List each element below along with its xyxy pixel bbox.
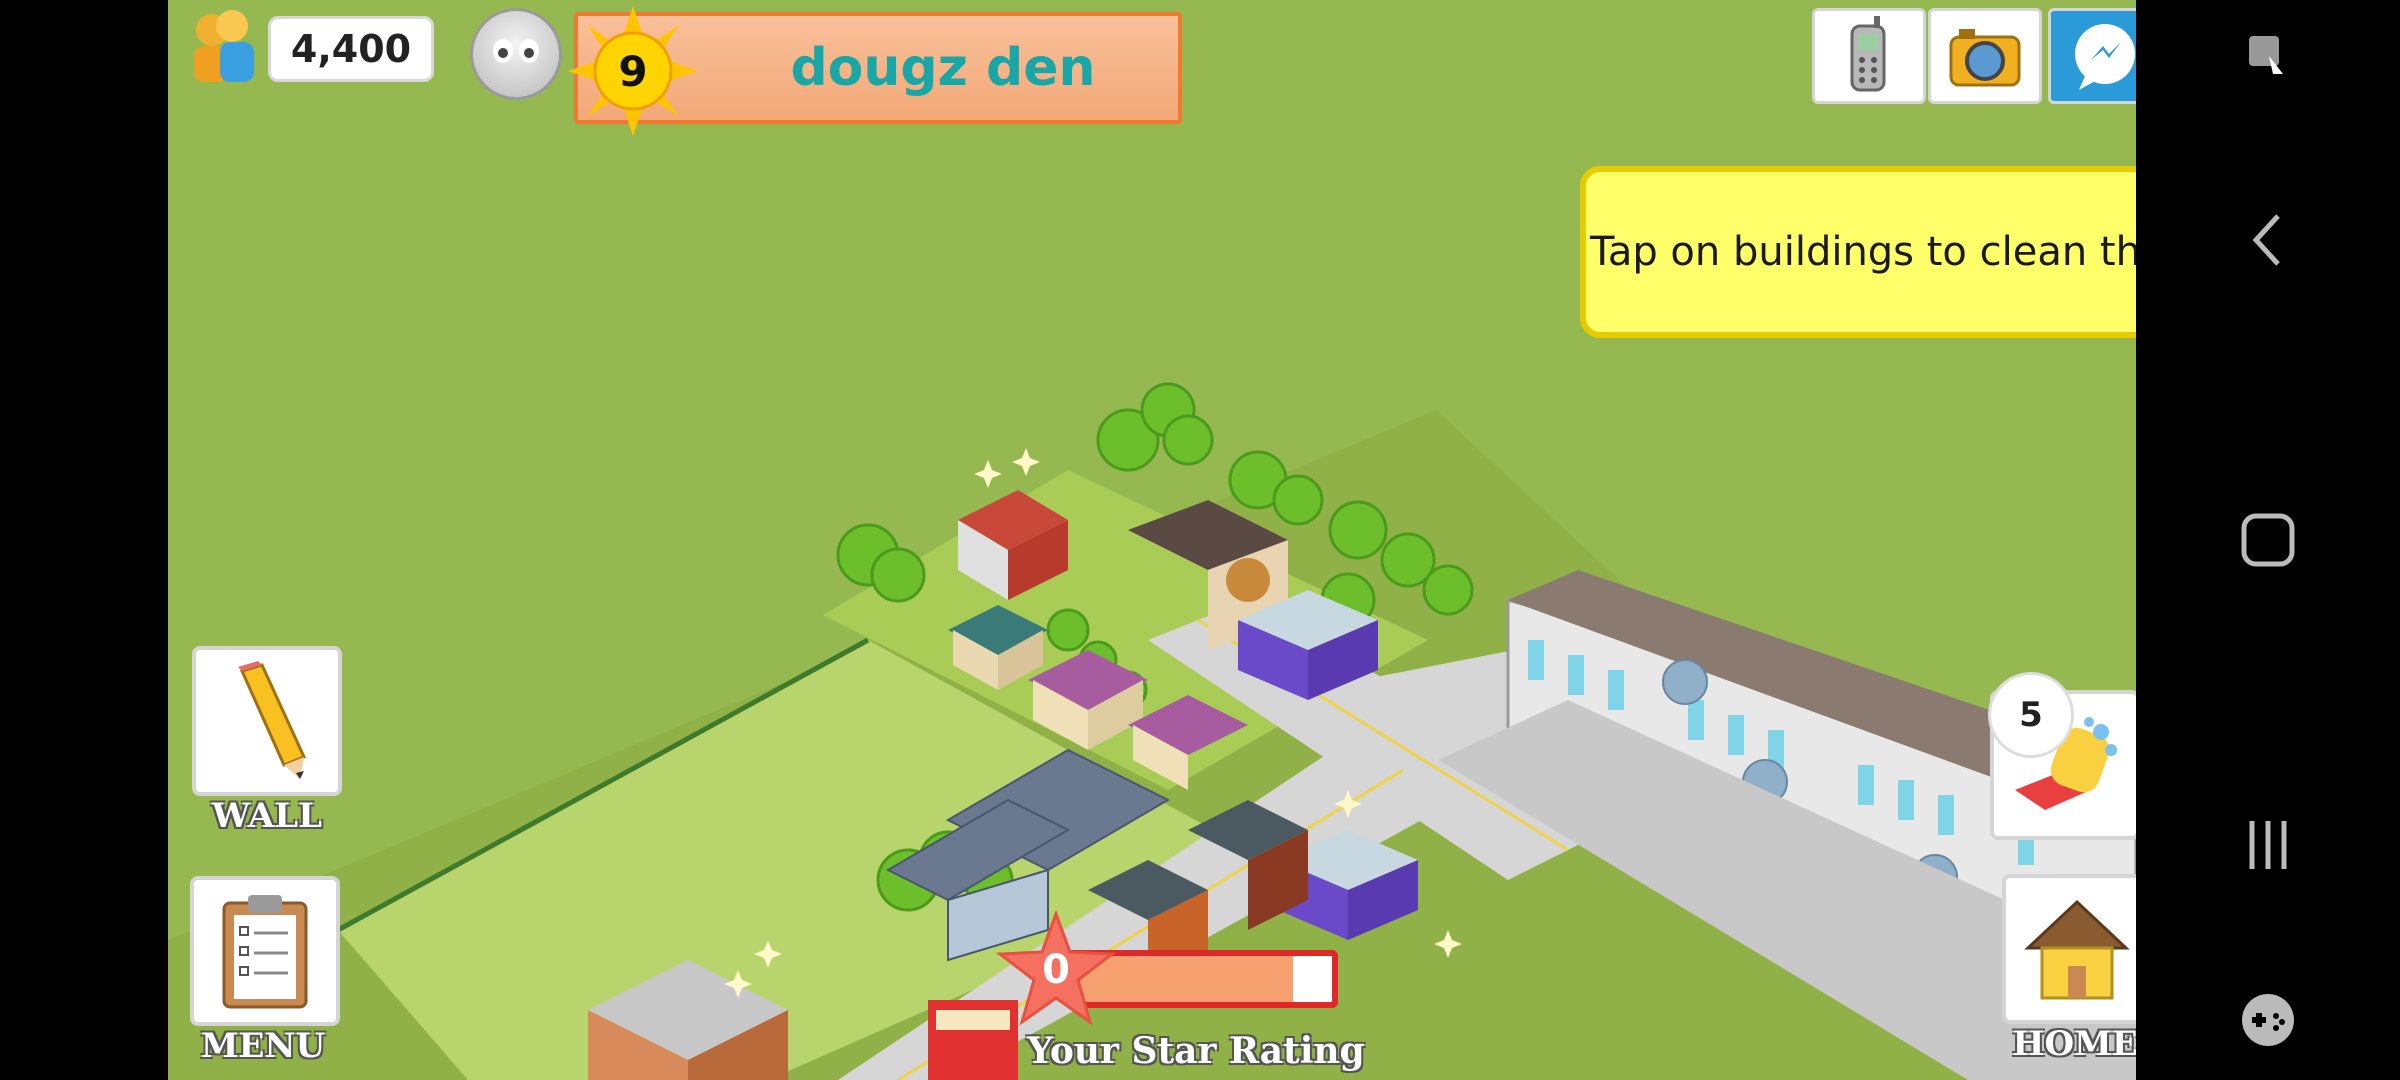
clean-count-badge: 5 bbox=[1988, 672, 2074, 758]
home-button[interactable] bbox=[2002, 874, 2136, 1024]
home-label: HOME bbox=[2012, 1024, 2136, 1064]
home-icon bbox=[2241, 513, 2295, 567]
town-name: dougz den bbox=[790, 38, 1096, 98]
messenger-icon bbox=[2075, 24, 2135, 90]
house-icon bbox=[2024, 899, 2130, 1000]
game-viewport[interactable]: 4,400 9 dougz den Tap on buildings to cl… bbox=[168, 0, 2136, 1080]
star-rating-value: 0 bbox=[1042, 947, 1070, 993]
game-launcher-icon bbox=[2242, 994, 2294, 1046]
population-icon bbox=[182, 6, 266, 90]
back-button[interactable] bbox=[2136, 205, 2400, 275]
messenger-button[interactable] bbox=[2048, 8, 2136, 104]
camera-icon bbox=[1949, 29, 2021, 87]
coin-counter: 4,400 bbox=[268, 16, 434, 82]
level-number: 9 bbox=[618, 46, 648, 96]
hint-tooltip: Tap on buildings to clean them. bbox=[1580, 166, 2136, 338]
phone-button[interactable] bbox=[1812, 8, 1926, 104]
sun-level-icon: 9 bbox=[568, 6, 698, 136]
system-navbar bbox=[2136, 0, 2400, 1080]
avatar[interactable] bbox=[470, 8, 562, 100]
wall-label: WALL bbox=[211, 796, 323, 836]
star-rating-label: Your Star Rating bbox=[1027, 1030, 1365, 1072]
game-launcher-button[interactable] bbox=[2136, 985, 2400, 1055]
town-map[interactable] bbox=[168, 0, 2136, 1080]
clipboard-icon bbox=[222, 895, 308, 1009]
wall-button[interactable] bbox=[192, 646, 342, 796]
menu-label: MENU bbox=[200, 1026, 326, 1066]
screen-capture-icon bbox=[2249, 36, 2283, 74]
back-icon bbox=[2252, 214, 2280, 266]
phone-icon bbox=[1850, 16, 1886, 92]
level-bar[interactable]: 9 dougz den bbox=[568, 6, 1182, 136]
pencil-icon bbox=[238, 661, 307, 779]
star-progress-remaining bbox=[1293, 956, 1332, 1002]
menu-button[interactable] bbox=[190, 876, 340, 1026]
recents-icon bbox=[2249, 821, 2287, 869]
recents-button[interactable] bbox=[2136, 810, 2400, 880]
camera-button[interactable] bbox=[1928, 8, 2042, 104]
home-nav-button[interactable] bbox=[2136, 505, 2400, 575]
screen-capture-button[interactable] bbox=[2136, 20, 2400, 90]
